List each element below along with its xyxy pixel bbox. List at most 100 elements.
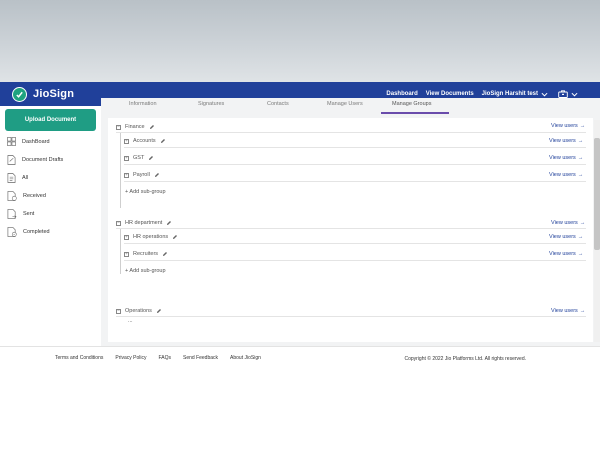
nav-view-documents-link[interactable]: View Documents bbox=[426, 91, 474, 97]
divider bbox=[116, 316, 586, 317]
nav-dashboard-link[interactable]: Dashboard bbox=[386, 91, 417, 97]
sidebar-item-label: Sent bbox=[23, 211, 35, 217]
view-users-link[interactable]: View users → bbox=[551, 308, 585, 314]
group-row-operations: − Operations bbox=[116, 308, 162, 314]
browser-background bbox=[0, 0, 600, 82]
tab-contacts[interactable]: Contacts bbox=[267, 101, 289, 107]
sidebar: Upload Document DashBoard Document Draft… bbox=[0, 106, 101, 346]
expand-icon[interactable]: + bbox=[124, 155, 129, 161]
collapse-icon[interactable]: − bbox=[116, 220, 121, 226]
sidebar-item-label: DashBoard bbox=[22, 138, 50, 145]
divider bbox=[116, 132, 586, 133]
subgroup-name: HR operations bbox=[133, 234, 169, 240]
footer-link-about[interactable]: About JioSign bbox=[230, 355, 261, 361]
sidebar-item-completed[interactable]: Completed bbox=[7, 227, 50, 237]
user-menu[interactable]: JioSign Harshit test bbox=[482, 91, 548, 97]
edit-pencil-icon[interactable] bbox=[172, 234, 178, 240]
sidebar-item-received[interactable]: Received bbox=[7, 191, 46, 201]
divider bbox=[124, 243, 586, 244]
tab-signatures[interactable]: Signatures bbox=[198, 101, 224, 107]
add-subgroup-link[interactable]: + Add sub-group bbox=[125, 268, 166, 274]
subgroup-row-recruiters: + Recruiters bbox=[124, 251, 168, 257]
user-name: JioSign Harshit test bbox=[481, 91, 538, 97]
scrollbar-thumb[interactable] bbox=[594, 138, 600, 250]
view-users-link[interactable]: View users → bbox=[551, 220, 585, 226]
subgroup-row-hr-operations: + HR operations bbox=[124, 234, 178, 240]
all-documents-icon bbox=[7, 173, 16, 183]
footer-link-terms[interactable]: Terms and Conditions bbox=[55, 355, 103, 361]
tree-line bbox=[120, 228, 121, 274]
tab-manage-users[interactable]: Manage Users bbox=[327, 101, 363, 107]
sidebar-item-document-drafts[interactable]: Document Drafts bbox=[7, 155, 63, 165]
tree-line bbox=[120, 132, 121, 208]
view-users-link[interactable]: View users → bbox=[549, 234, 583, 240]
sidebar-item-label: Document Drafts bbox=[22, 157, 64, 163]
view-users-link[interactable]: View users → bbox=[549, 155, 583, 161]
received-icon bbox=[7, 191, 17, 201]
edit-pencil-icon[interactable] bbox=[154, 172, 160, 178]
group-name: Operations bbox=[125, 308, 152, 314]
workspace-menu[interactable] bbox=[558, 90, 578, 98]
view-users-link[interactable]: View users → bbox=[549, 251, 583, 257]
group-row-hr-department: − HR department bbox=[116, 220, 172, 226]
expand-icon[interactable]: + bbox=[124, 138, 129, 144]
divider bbox=[124, 147, 586, 148]
footer-link-feedback[interactable]: Send Feedback bbox=[183, 355, 218, 361]
subgroup-row-accounts: + Accounts bbox=[124, 138, 166, 144]
edit-pencil-icon[interactable] bbox=[166, 220, 172, 226]
view-users-link[interactable]: View users → bbox=[549, 172, 583, 178]
collapse-icon[interactable]: − bbox=[116, 308, 121, 314]
subgroup-name: Payroll bbox=[133, 172, 150, 178]
group-name: HR department bbox=[125, 220, 163, 226]
sidebar-item-label: Received bbox=[23, 193, 46, 199]
arrow-right-icon: → bbox=[577, 138, 584, 144]
sidebar-item-sent[interactable]: Sent bbox=[7, 209, 34, 219]
edit-pencil-icon[interactable] bbox=[156, 308, 162, 314]
subgroup-name: Accounts bbox=[133, 138, 156, 144]
collapse-icon[interactable]: − bbox=[116, 124, 121, 130]
sidebar-item-all[interactable]: All bbox=[7, 173, 28, 183]
arrow-right-icon: → bbox=[577, 172, 584, 178]
edit-pencil-icon[interactable] bbox=[148, 155, 154, 161]
tab-manage-groups[interactable]: Manage Groups bbox=[392, 101, 431, 107]
view-users-link[interactable]: View users → bbox=[549, 138, 583, 144]
copyright-text: Copyright © 2022 Jio Platforms Ltd. All … bbox=[404, 356, 526, 362]
divider bbox=[124, 260, 586, 261]
edit-pencil-icon[interactable] bbox=[162, 251, 168, 257]
upload-document-button[interactable]: Upload Document bbox=[5, 109, 96, 131]
view-users-link[interactable]: View users → bbox=[551, 123, 585, 129]
completed-icon bbox=[7, 227, 17, 237]
edit-pencil-icon[interactable] bbox=[160, 138, 166, 144]
subgroup-row-gst: + GST bbox=[124, 155, 154, 161]
group-row-finance: − Finance bbox=[116, 124, 155, 130]
active-tab-indicator bbox=[381, 112, 449, 114]
vertical-scrollbar[interactable] bbox=[594, 120, 600, 342]
sidebar-item-dashboard[interactable]: DashBoard bbox=[7, 137, 50, 146]
add-subgroup-link[interactable]: + Add sub-group bbox=[125, 189, 166, 195]
footer-link-privacy[interactable]: Privacy Policy bbox=[115, 355, 146, 361]
briefcase-icon bbox=[558, 90, 568, 98]
group-name: Finance bbox=[125, 124, 145, 130]
subgroup-row-payroll: + Payroll bbox=[124, 172, 160, 178]
footer-link-faqs[interactable]: FAQs bbox=[158, 355, 171, 361]
edit-pencil-icon[interactable] bbox=[149, 124, 155, 130]
chevron-down-icon bbox=[541, 92, 548, 97]
app-name: JioSign bbox=[33, 88, 75, 100]
app-logo[interactable]: JioSign bbox=[12, 86, 75, 102]
expand-icon[interactable]: + bbox=[124, 234, 129, 240]
divider bbox=[124, 181, 586, 182]
more-subgroups-indicator: ... bbox=[128, 318, 133, 324]
arrow-right-icon: → bbox=[577, 251, 584, 257]
arrow-right-icon: → bbox=[577, 155, 584, 161]
dashboard-grid-icon bbox=[7, 137, 16, 146]
sent-icon bbox=[7, 209, 17, 219]
footer: Terms and Conditions Privacy Policy FAQs… bbox=[0, 346, 600, 368]
tab-information[interactable]: Information bbox=[129, 101, 157, 107]
sidebar-item-label: Completed bbox=[23, 229, 50, 235]
expand-icon[interactable]: + bbox=[124, 251, 129, 257]
arrow-right-icon: → bbox=[579, 123, 586, 129]
chevron-down-icon bbox=[571, 92, 578, 97]
subgroup-name: Recruiters bbox=[133, 251, 159, 257]
arrow-right-icon: → bbox=[577, 234, 584, 240]
expand-icon[interactable]: + bbox=[124, 172, 129, 178]
